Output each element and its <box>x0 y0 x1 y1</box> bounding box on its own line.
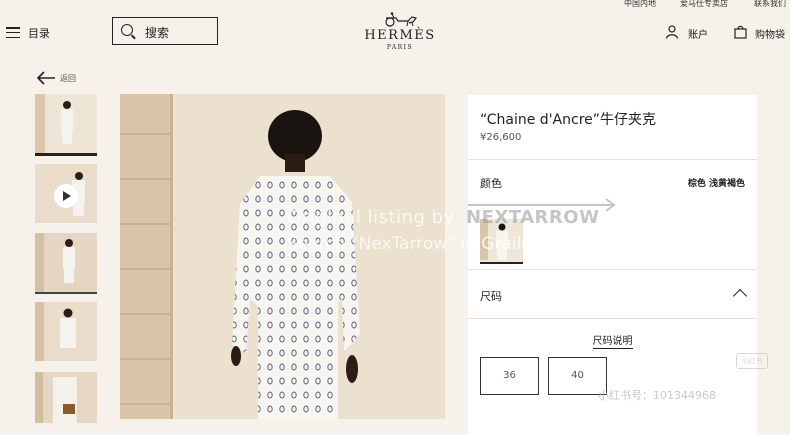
user-icon[interactable] <box>665 25 679 39</box>
back-label[interactable]: 返回 <box>60 73 76 84</box>
hermes-logo[interactable]: HERMÈS PARIS <box>362 11 438 53</box>
xiaohongshu-id: 小红书号：101344968 <box>598 389 716 402</box>
store-link[interactable]: 爱马仕专卖店 <box>680 0 728 9</box>
thumbnail-selected-indicator <box>35 153 97 156</box>
thumbnail-1[interactable] <box>35 94 97 153</box>
product-title: “Chaine d'Ancre”牛仔夹克 <box>480 112 657 128</box>
thumbnail-3[interactable] <box>35 233 97 292</box>
carriage-icon <box>385 12 418 27</box>
xiaohongshu-logo: 小红书 <box>736 353 768 369</box>
logo-wordmark: HERMÈS <box>364 28 436 43</box>
thumbnail-divider <box>35 292 97 294</box>
thumbnail-4[interactable] <box>35 302 97 361</box>
back-arrow-icon[interactable] <box>36 71 56 85</box>
size-label: 尺码 <box>480 290 502 303</box>
account-label[interactable]: 账户 <box>688 26 708 41</box>
size-option-36[interactable]: 36 <box>480 357 539 395</box>
color-value: 棕色 浅黄褐色 <box>687 179 745 189</box>
size-guide-link[interactable]: 尺码说明 <box>468 332 757 349</box>
product-panel: “Chaine d'Ancre”牛仔夹克 ¥26,600 颜色 棕色 浅黄褐色 … <box>468 95 757 435</box>
watermark-line1: Original listing by <box>287 207 455 228</box>
divider <box>468 318 757 319</box>
thumbnail-5[interactable] <box>35 372 97 423</box>
color-label: 颜色 <box>480 177 502 190</box>
chevron-up-icon[interactable] <box>732 288 748 304</box>
watermark-brand: NEXTARROW <box>466 207 600 228</box>
divider <box>468 269 757 270</box>
bag-label[interactable]: 购物袋 <box>755 26 785 41</box>
shopping-bag-icon[interactable] <box>734 25 747 39</box>
logo-subtitle: PARIS <box>386 44 414 51</box>
divider <box>468 159 757 160</box>
play-icon[interactable] <box>54 184 78 208</box>
contact-link[interactable]: 联系我们 <box>754 0 786 9</box>
watermark-line2: Search "NexTarrow" in Grailed app. <box>287 234 586 254</box>
region-link[interactable]: 中国内地 <box>624 0 656 9</box>
search-label: 搜索 <box>145 26 170 40</box>
product-price: ¥26,600 <box>480 132 522 143</box>
menu-label[interactable]: 目录 <box>28 25 50 41</box>
main-product-image[interactable] <box>120 94 445 419</box>
search-box[interactable]: 搜索 <box>112 17 218 45</box>
menu-icon[interactable] <box>6 27 20 39</box>
search-icon <box>121 24 133 36</box>
